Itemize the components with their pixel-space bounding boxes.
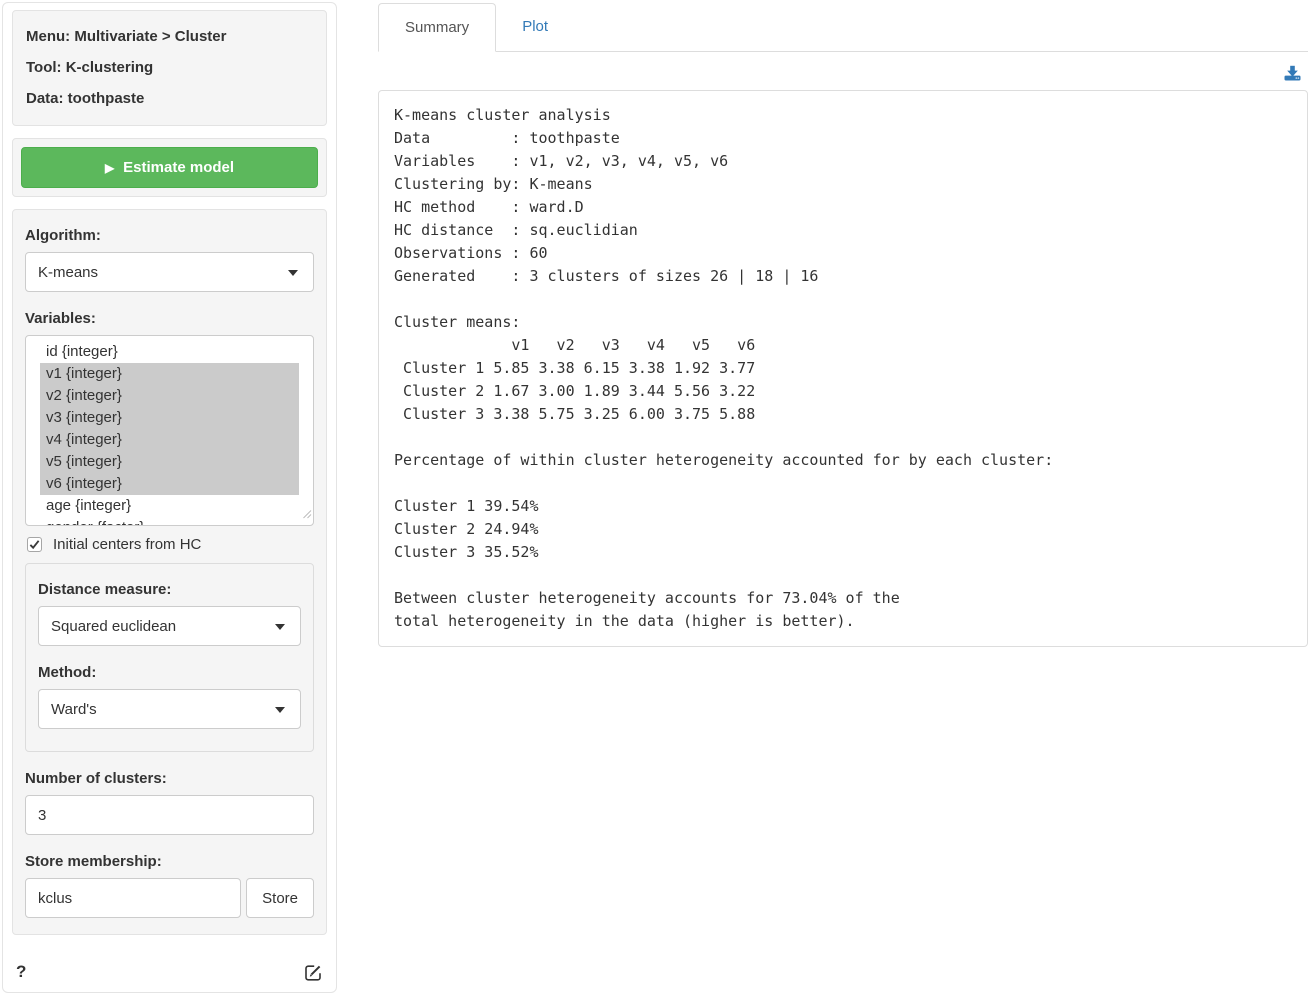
breadcrumb-menu: Menu: Multivariate > Cluster	[26, 28, 313, 45]
variable-option[interactable]: v1 {integer}	[40, 363, 299, 385]
variable-option[interactable]: v5 {integer}	[40, 451, 299, 473]
context-panel: Menu: Multivariate > Cluster Tool: K-clu…	[12, 10, 327, 126]
estimate-model-label: Estimate model	[123, 159, 234, 176]
distance-selected-value: Squared euclidean	[51, 618, 176, 635]
distance-measure-label: Distance measure:	[38, 581, 301, 598]
initial-centers-checkbox[interactable]: Initial centers from HC	[27, 536, 314, 553]
summary-output-panel: K-means cluster analysis Data : toothpas…	[378, 90, 1308, 647]
estimate-panel: ▶ Estimate model	[12, 138, 327, 197]
variable-option[interactable]: age {integer}	[40, 495, 299, 517]
hc-options-panel: Distance measure: Squared euclidean Meth…	[25, 563, 314, 752]
method-label: Method:	[38, 664, 301, 681]
dataset-label: Data: toothpaste	[26, 90, 313, 107]
variables-listbox[interactable]: id {integer} v1 {integer} v2 {integer} v…	[25, 335, 314, 526]
method-selected-value: Ward's	[51, 701, 97, 718]
sidebar-footer: ?	[12, 952, 327, 984]
tool-label: Tool: K-clustering	[26, 59, 313, 76]
distance-measure-select[interactable]: Squared euclidean	[38, 606, 301, 646]
edit-icon[interactable]	[304, 963, 323, 982]
summary-text: K-means cluster analysis Data : toothpas…	[394, 104, 1292, 633]
output-toolbar	[378, 52, 1308, 90]
download-icon[interactable]	[1284, 65, 1301, 81]
number-of-clusters-label: Number of clusters:	[25, 770, 314, 787]
estimate-model-button[interactable]: ▶ Estimate model	[21, 147, 318, 188]
settings-panel: Algorithm: K-means Variables: id {intege…	[12, 209, 327, 935]
chevron-down-icon	[275, 707, 285, 713]
variable-option[interactable]: v3 {integer}	[40, 407, 299, 429]
variable-option[interactable]: v4 {integer}	[40, 429, 299, 451]
store-membership-input[interactable]	[25, 878, 241, 918]
tab-plot[interactable]: Plot	[496, 3, 574, 51]
variable-option[interactable]: v6 {integer}	[40, 473, 299, 495]
sidebar: Menu: Multivariate > Cluster Tool: K-clu…	[2, 2, 337, 993]
store-membership-row: Store	[25, 878, 314, 918]
chevron-down-icon	[288, 270, 298, 276]
variable-option[interactable]: id {integer}	[40, 341, 299, 363]
tab-bar: Summary Plot	[378, 0, 1308, 52]
chevron-down-icon	[275, 624, 285, 630]
help-link[interactable]: ?	[16, 962, 26, 982]
main-content: Summary Plot K-means cluster analysis Da…	[378, 0, 1308, 647]
algorithm-label: Algorithm:	[25, 227, 314, 244]
store-membership-label: Store membership:	[25, 853, 314, 870]
method-select[interactable]: Ward's	[38, 689, 301, 729]
app-root: Menu: Multivariate > Cluster Tool: K-clu…	[0, 0, 1312, 993]
variable-option[interactable]: v2 {integer}	[40, 385, 299, 407]
resize-handle[interactable]	[301, 506, 312, 524]
checkbox-checked-icon[interactable]	[27, 537, 42, 552]
variable-option[interactable]: gender {factor}	[40, 517, 299, 526]
variables-label: Variables:	[25, 310, 314, 327]
store-button[interactable]: Store	[246, 878, 314, 918]
algorithm-select[interactable]: K-means	[25, 252, 314, 292]
algorithm-selected-value: K-means	[38, 264, 98, 281]
play-icon: ▶	[105, 162, 114, 174]
initial-centers-label: Initial centers from HC	[53, 536, 201, 553]
tab-summary[interactable]: Summary	[378, 3, 496, 52]
number-of-clusters-input[interactable]	[25, 795, 314, 835]
